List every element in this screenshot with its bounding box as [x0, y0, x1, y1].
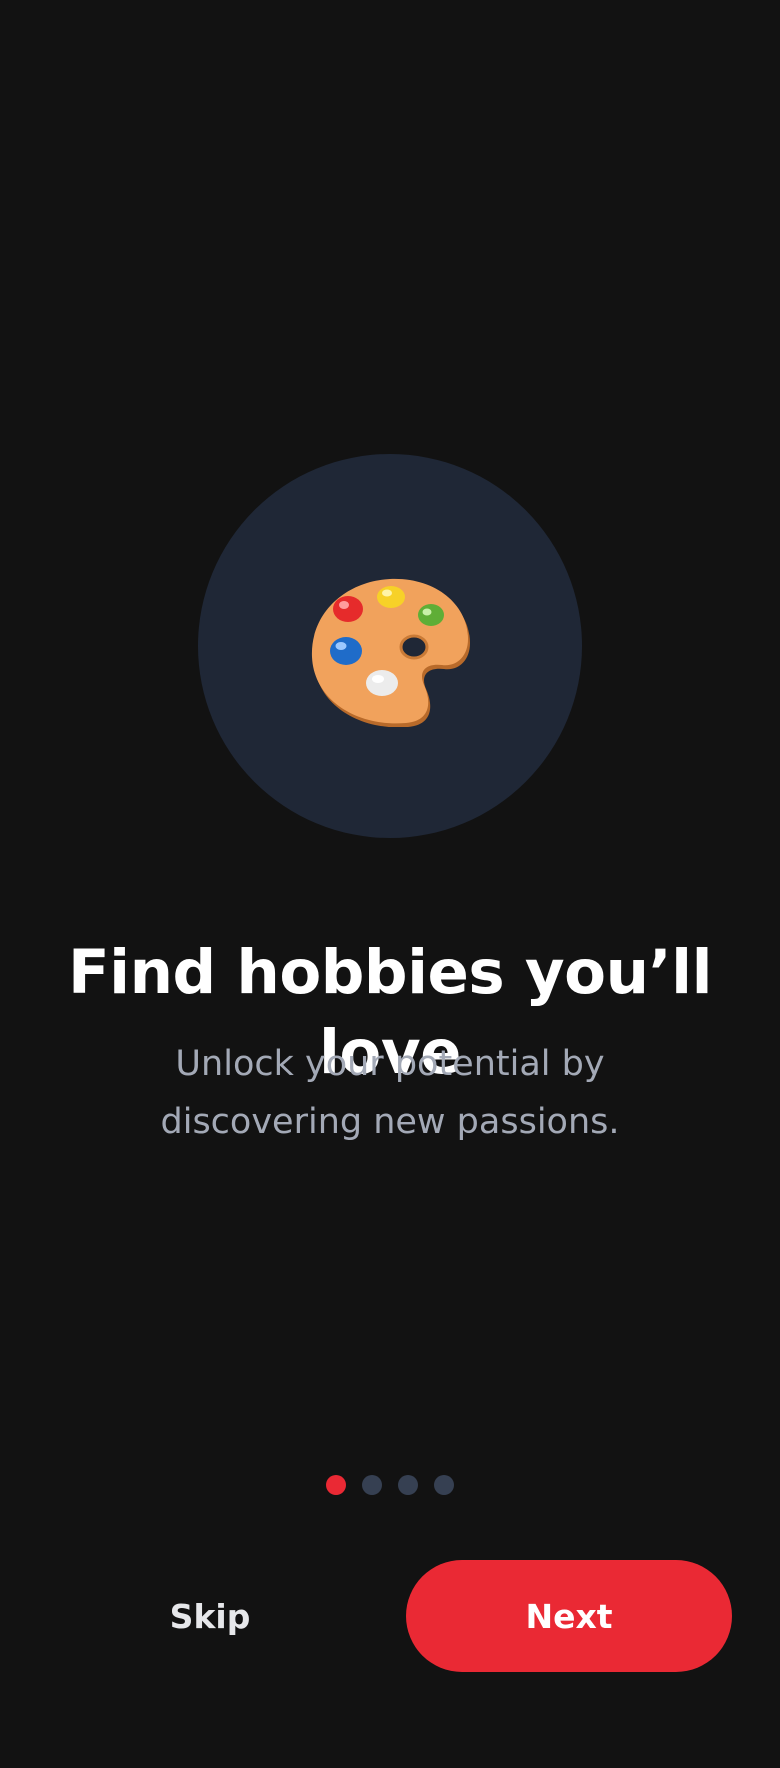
next-button[interactable]: Next	[406, 1560, 732, 1672]
artist-palette-icon	[311, 578, 470, 727]
onboarding-screen: Find hobbies you’ll love Unlock your pot…	[0, 0, 780, 1768]
pagination-dot-3[interactable]	[398, 1475, 418, 1495]
pagination-dot-1-active[interactable]	[326, 1475, 346, 1495]
pagination-dots	[0, 1475, 780, 1497]
pagination-dot-4[interactable]	[434, 1475, 454, 1495]
page-subtitle: Unlock your potential by discovering new…	[160, 1044, 620, 1142]
pagination-dot-2[interactable]	[362, 1475, 382, 1495]
skip-button[interactable]: Skip	[110, 1560, 310, 1672]
